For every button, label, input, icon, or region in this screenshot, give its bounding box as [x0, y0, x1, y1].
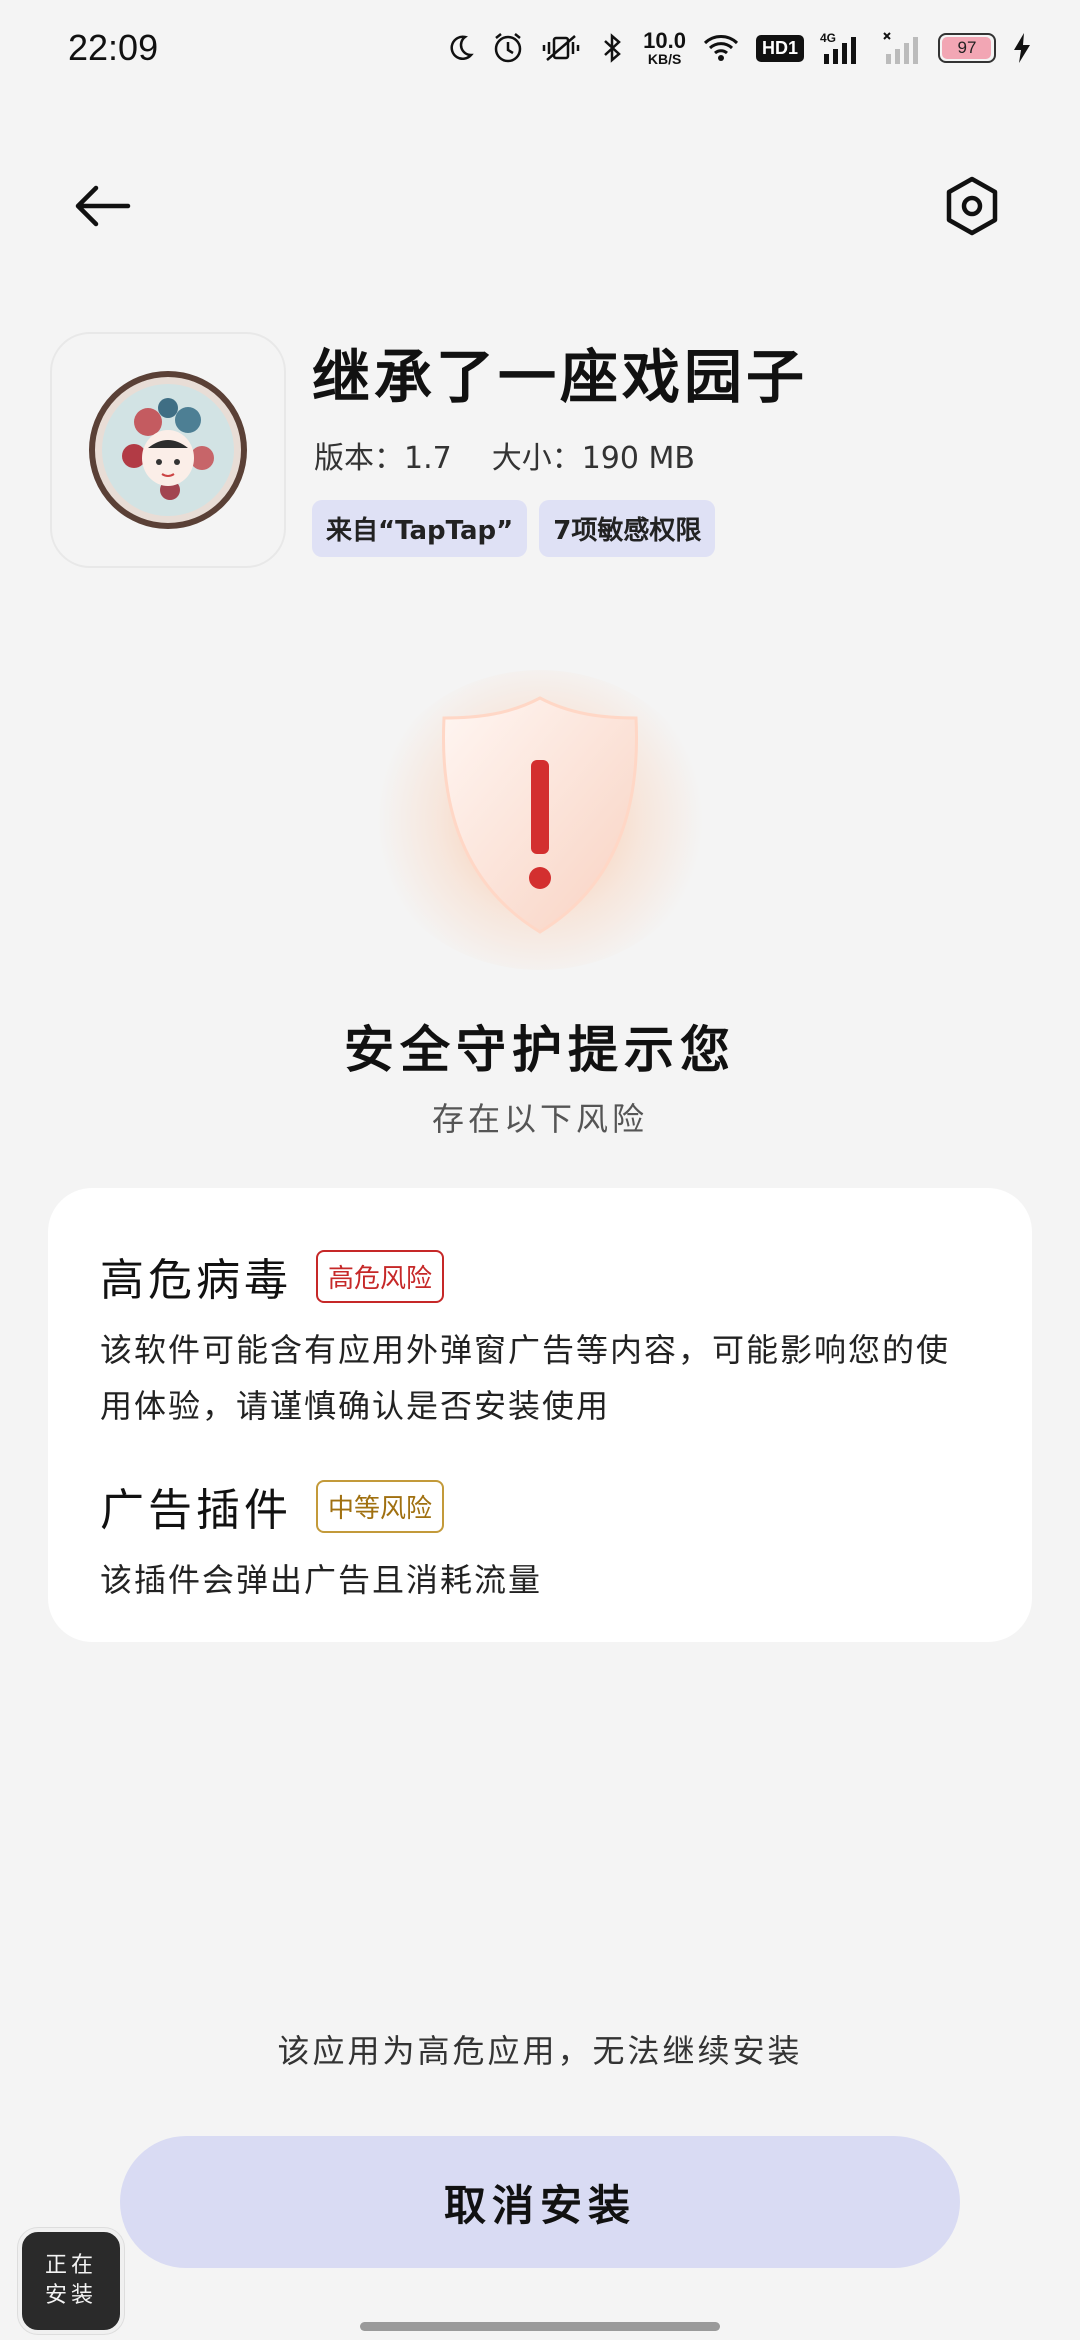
shield-alert-icon — [442, 696, 638, 934]
app-logo-icon — [89, 371, 247, 529]
installing-label-line1: 正在 — [44, 2253, 97, 2278]
signal-weak-icon — [882, 28, 922, 68]
moon-icon — [445, 28, 475, 68]
signal-4g-icon: 4G — [820, 28, 866, 68]
cancel-install-button[interactable]: 取消安装 — [120, 2136, 960, 2268]
network-speed-unit: KB/S — [647, 51, 682, 67]
battery-indicator: 97 — [938, 33, 996, 63]
battery-level: 97 — [957, 38, 977, 57]
permissions-tag[interactable]: 7项敏感权限 — [539, 500, 716, 557]
app-version: 版本：1.7 — [314, 441, 452, 476]
bluetooth-icon — [597, 28, 627, 68]
risk-description: 该插件会弹出广告且消耗流量 — [100, 1561, 543, 1599]
app-tags: 来自“TapTap” 7项敏感权限 — [312, 500, 716, 557]
home-indicator[interactable] — [360, 2322, 720, 2331]
risk-name: 广告插件 — [100, 1485, 292, 1536]
svg-text:4G: 4G — [820, 31, 836, 45]
back-button[interactable] — [60, 164, 144, 248]
app-icon — [50, 332, 286, 568]
status-icons: 10.0 KB/S HD1 4G 97 — [445, 28, 1032, 68]
risk-item: 高危病毒 高危风险 该软件可能含有应用外弹窗广告等内容，可能影响您的使用体验，请… — [100, 1244, 982, 1434]
settings-button[interactable] — [930, 164, 1014, 248]
install-blocked-note: 该应用为高危应用，无法继续安装 — [277, 2032, 803, 2070]
network-speed: 10.0 KB/S — [643, 28, 686, 67]
status-bar: 22:09 10.0 KB/S HD1 4G 97 — [0, 0, 1080, 96]
network-speed-value: 10.0 — [643, 28, 686, 53]
warning-subtitle: 存在以下风险 — [431, 1100, 648, 1138]
hd-badge: HD1 — [755, 34, 804, 62]
risk-name: 高危病毒 — [100, 1255, 292, 1306]
status-time: 22:09 — [68, 27, 159, 68]
risk-item: 广告插件 中等风险 该插件会弹出广告且消耗流量 — [100, 1474, 982, 1608]
installing-label-line2: 安装 — [44, 2283, 97, 2308]
arrow-left-icon — [75, 185, 131, 227]
app-name: 继承了一座戏园子 — [312, 343, 809, 411]
high-risk-badge: 高危风险 — [316, 1249, 445, 1303]
charging-bolt-icon — [1012, 28, 1032, 68]
risk-head: 高危病毒 高危风险 — [100, 1244, 982, 1308]
risk-card: 高危病毒 高危风险 该软件可能含有应用外弹窗广告等内容，可能影响您的使用体验，请… — [48, 1188, 1032, 1642]
source-tag[interactable]: 来自“TapTap” — [312, 500, 528, 557]
app-meta: 版本：1.7 大小：190 MB — [314, 433, 695, 477]
vibrate-icon — [541, 28, 581, 68]
wifi-icon — [702, 28, 740, 68]
installing-float-button[interactable]: 正在 安装 — [18, 2228, 124, 2334]
risk-description: 该软件可能含有应用外弹窗广告等内容，可能影响您的使用体验，请谨慎确认是否安装使用 — [100, 1331, 951, 1425]
alarm-icon — [491, 28, 525, 68]
hexagon-gear-icon — [946, 176, 998, 236]
app-size: 大小：190 MB — [491, 441, 695, 476]
risk-head: 广告插件 中等风险 — [100, 1474, 982, 1538]
medium-risk-badge: 中等风险 — [316, 1479, 445, 1533]
warning-title: 安全守护提示您 — [344, 1020, 736, 1079]
